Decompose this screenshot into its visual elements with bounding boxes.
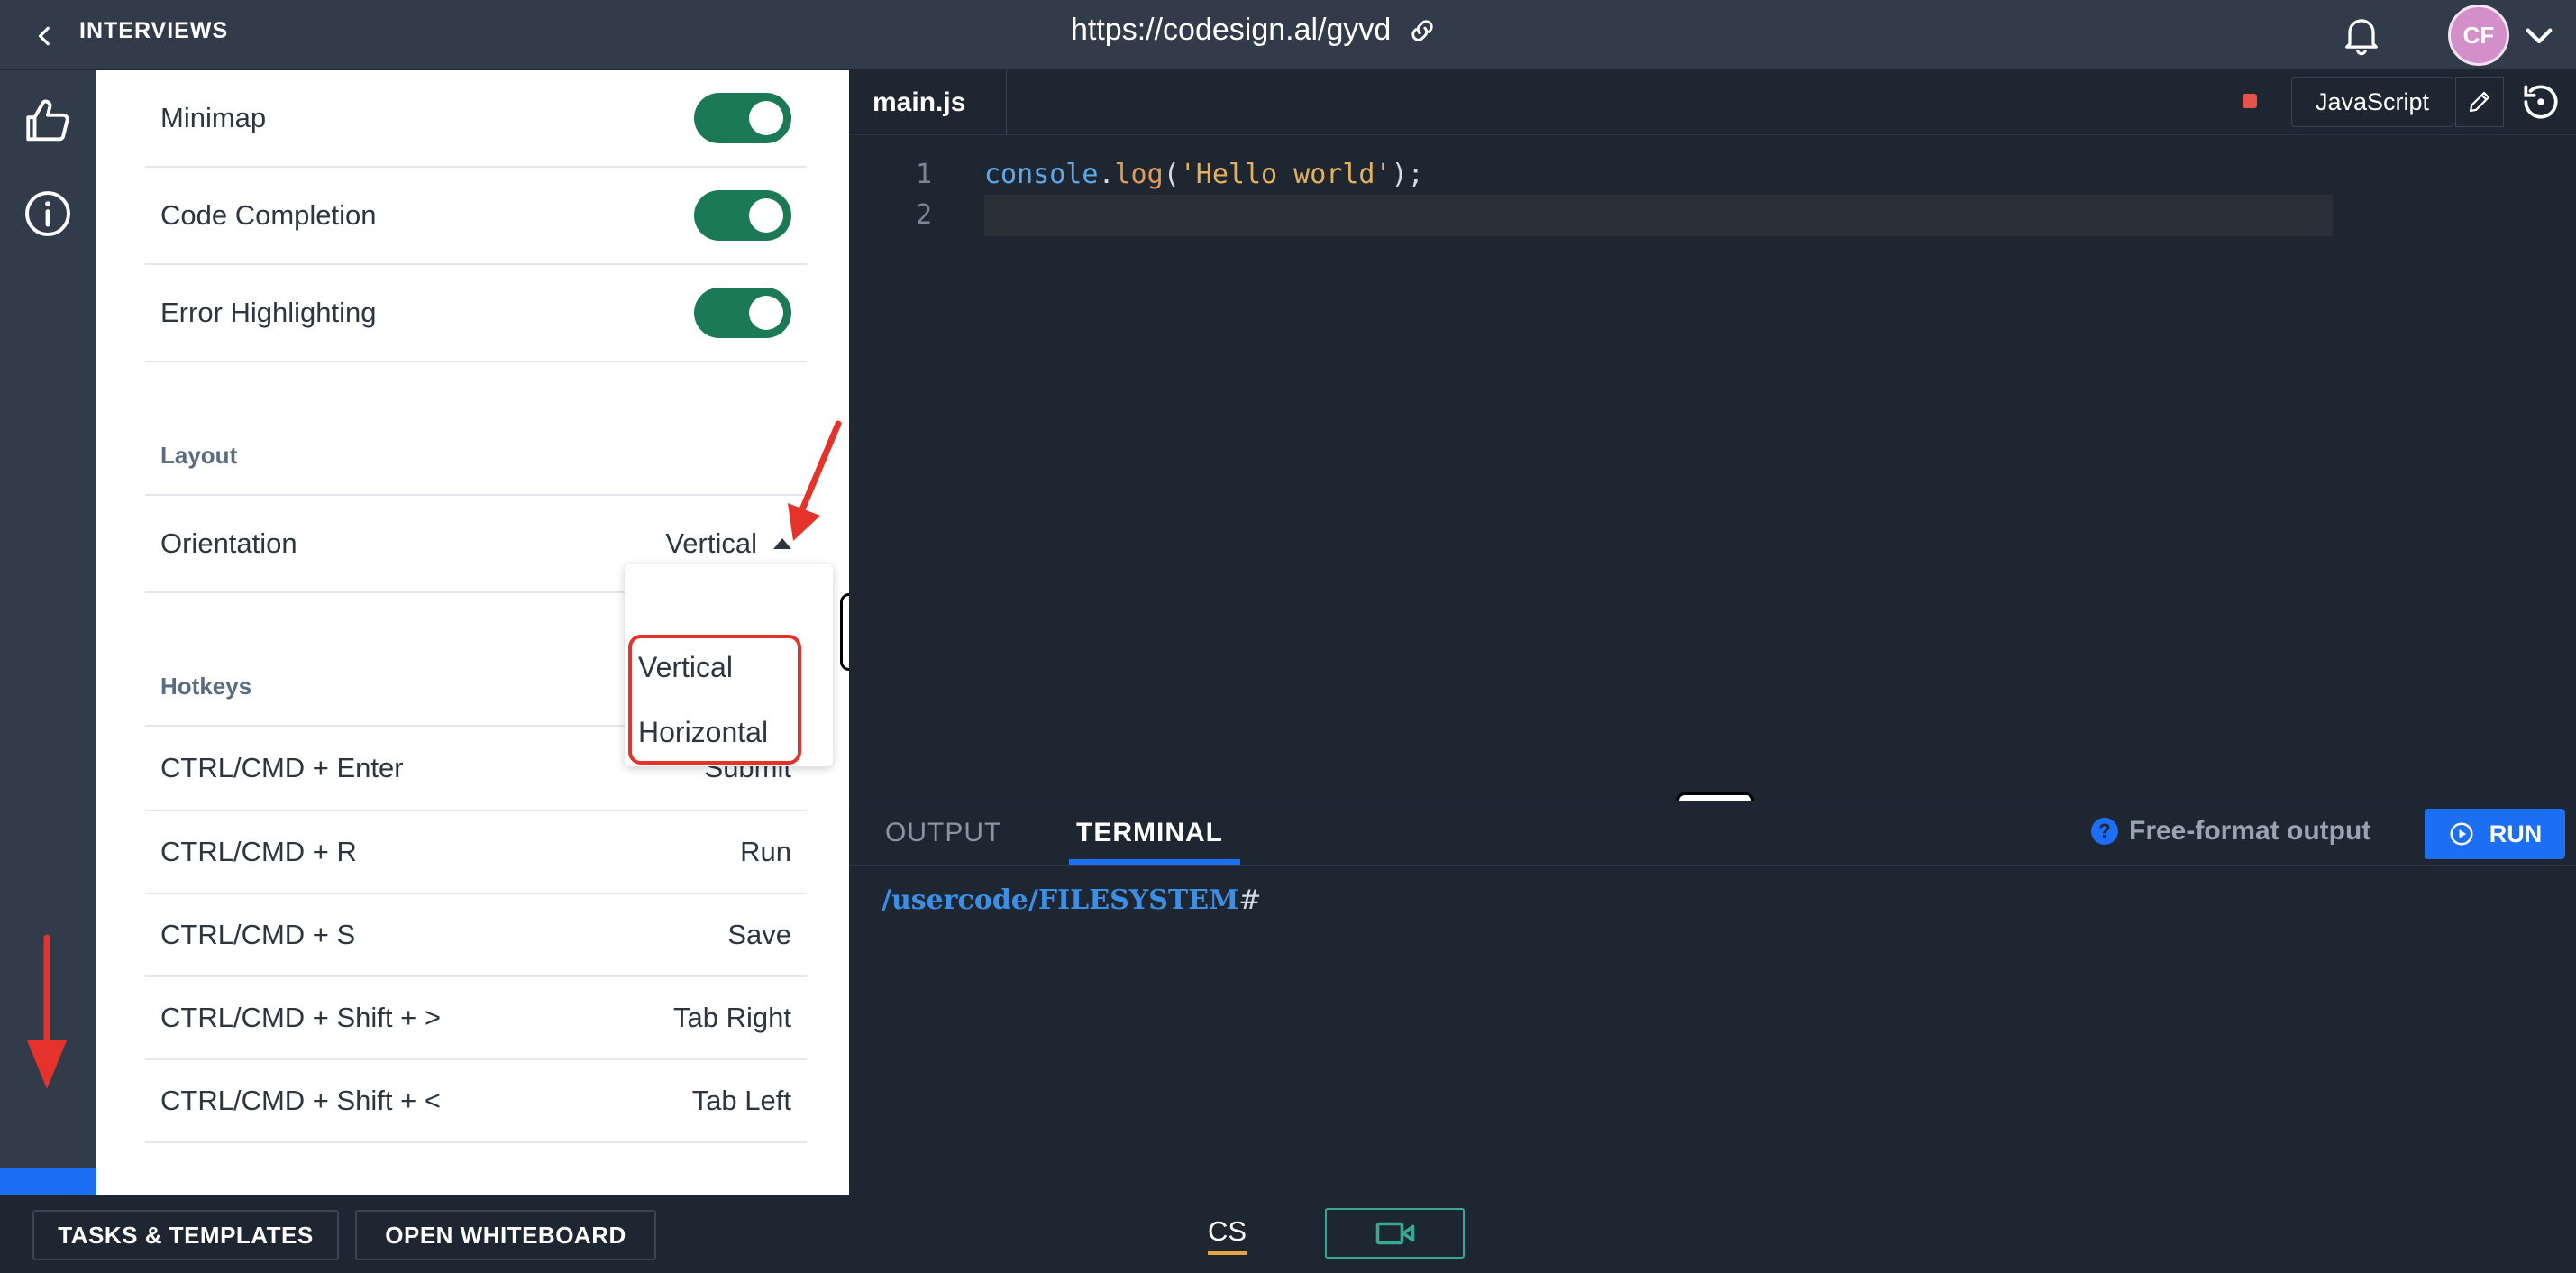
tasks-templates-button[interactable]: TASKS & TEMPLATES — [32, 1210, 339, 1260]
cs-tab[interactable]: CS — [1208, 1215, 1247, 1248]
prompt-symbol: # — [1238, 884, 1262, 916]
terminal-prompt[interactable]: /usercode/FILESYSTEM# — [882, 884, 1261, 916]
hotkey-keys: CTRL/CMD + R — [160, 836, 357, 867]
edit-language-button[interactable] — [2455, 77, 2504, 127]
orientation-dropdown-menu: Vertical Horizontal — [625, 564, 833, 766]
file-tab-main-js[interactable]: main.js — [849, 70, 1007, 135]
setting-code-completion: Code Completion — [145, 168, 807, 265]
hotkey-action: Run — [740, 836, 791, 867]
help-icon: ? — [2091, 818, 2118, 845]
open-whiteboard-button[interactable]: OPEN WHITEBOARD — [355, 1210, 656, 1260]
setting-label: Orientation — [160, 527, 297, 559]
thumbs-up-icon[interactable] — [18, 92, 78, 151]
line-number: 1 — [915, 159, 932, 190]
setting-error-highlighting: Error Highlighting — [145, 265, 807, 362]
setting-label: Error Highlighting — [160, 297, 377, 328]
notifications-bell-icon[interactable] — [2338, 11, 2385, 58]
token: console — [984, 159, 1099, 190]
settings-panel: Minimap Code Completion Error Highlighti… — [96, 70, 849, 1195]
hotkey-row: CTRL/CMD + Shift + < Tab Left — [145, 1060, 807, 1143]
run-button[interactable]: RUN — [2425, 809, 2565, 859]
hotkey-keys: CTRL/CMD + Enter — [160, 752, 404, 783]
orientation-option-vertical[interactable]: Vertical — [638, 651, 733, 684]
user-avatar[interactable]: CF — [2448, 5, 2509, 66]
token: . — [1098, 159, 1115, 190]
line-number: 2 — [915, 199, 932, 231]
hotkey-row: CTRL/CMD + R Run — [145, 811, 807, 894]
history-icon[interactable] — [2518, 79, 2563, 124]
setting-label: Code Completion — [160, 199, 377, 231]
session-url-text[interactable]: https://codesign.al/gyvd — [1071, 13, 1391, 48]
orientation-value: Vertical — [665, 527, 757, 559]
caret-up-icon — [773, 538, 791, 549]
interviews-back-link[interactable]: INTERVIEWS — [79, 18, 228, 44]
hotkeys-section-heading: Hotkeys — [160, 673, 252, 700]
layout-section-heading: Layout — [160, 442, 238, 469]
setting-label: Minimap — [160, 102, 267, 133]
account-chevron-down-icon[interactable] — [2520, 16, 2558, 54]
hotkey-action: Tab Right — [673, 1002, 791, 1033]
code-completion-toggle[interactable] — [694, 190, 791, 241]
active-tab-underline — [1069, 859, 1240, 865]
video-call-button[interactable] — [1325, 1208, 1465, 1259]
hotkey-action: Save — [727, 919, 791, 950]
code-editor: main.js JavaScript 1 console.log('Hello … — [849, 70, 2576, 801]
pencil-icon — [2469, 91, 2490, 113]
hotkey-keys: CTRL/CMD + Shift + > — [160, 1002, 441, 1033]
orientation-select[interactable]: Vertical — [665, 527, 791, 560]
line-code[interactable]: console.log('Hello world'); — [984, 154, 1424, 196]
free-format-label: Free-format output — [2129, 816, 2371, 846]
left-rail — [0, 70, 96, 1265]
run-label: RUN — [2489, 820, 2543, 847]
footer-bar: TASKS & TEMPLATES OPEN WHITEBOARD CS — [0, 1195, 2576, 1273]
token: log — [1114, 159, 1164, 190]
tab-output[interactable]: OUTPUT — [885, 818, 1001, 848]
video-camera-icon — [1375, 1222, 1414, 1245]
token: ( — [1163, 159, 1180, 190]
code-line-2[interactable]: 2 — [849, 195, 2576, 236]
token: ); — [1391, 159, 1424, 190]
hotkey-keys: CTRL/CMD + S — [160, 919, 356, 950]
tab-terminal[interactable]: TERMINAL — [1076, 818, 1223, 848]
hotkey-keys: CTRL/CMD + Shift + < — [160, 1085, 441, 1116]
hotkey-action: Tab Left — [691, 1085, 791, 1116]
prompt-path: /usercode/FILESYSTEM — [882, 884, 1239, 916]
setting-minimap: Minimap — [145, 70, 807, 168]
link-icon[interactable] — [1407, 15, 1438, 46]
editor-tab-bar: main.js JavaScript — [849, 70, 2576, 135]
hotkey-row: CTRL/CMD + Shift + > Tab Right — [145, 977, 807, 1060]
minimap-toggle[interactable] — [694, 93, 791, 143]
top-bar: INTERVIEWS https://codesign.al/gyvd CF — [0, 0, 2576, 69]
info-icon[interactable] — [18, 184, 78, 243]
hotkey-row: CTRL/CMD + S Save — [145, 894, 807, 977]
free-format-output-toggle[interactable]: ? Free-format output — [2091, 816, 2370, 847]
active-line-highlight — [984, 195, 2333, 236]
code-line-1[interactable]: 1 console.log('Hello world'); — [849, 154, 2576, 196]
session-url[interactable]: https://codesign.al/gyvd — [1071, 13, 1438, 48]
token: 'Hello world' — [1179, 159, 1392, 190]
recording-indicator — [2243, 94, 2257, 108]
output-terminal-pane: OUTPUT TERMINAL ? Free-format output RUN… — [849, 801, 2576, 1195]
play-circle-icon — [2450, 822, 2473, 846]
output-tab-bar: OUTPUT TERMINAL ? Free-format output RUN — [849, 801, 2576, 866]
cs-tab-underline — [1208, 1251, 1247, 1255]
orientation-option-horizontal[interactable]: Horizontal — [638, 716, 768, 749]
error-highlighting-toggle[interactable] — [694, 288, 791, 338]
back-chevron-icon[interactable] — [25, 16, 65, 56]
language-select[interactable]: JavaScript — [2291, 77, 2453, 127]
